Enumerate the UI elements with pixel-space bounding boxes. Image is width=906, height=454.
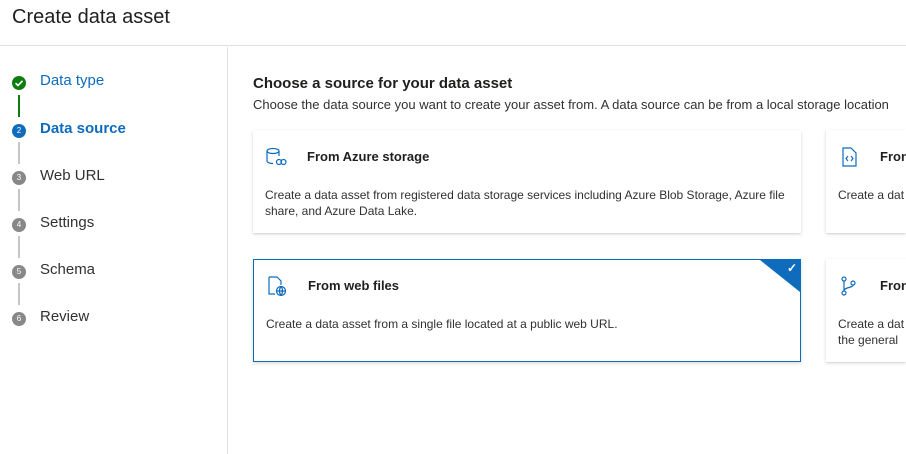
section-heading: Choose a source for your data asset (253, 75, 513, 92)
wizard-steps-sidebar: Data type 2 Data source 3 Web URL 4 Sett… (0, 47, 228, 454)
step-number-badge: 3 (12, 171, 26, 185)
card-title: Fron (880, 278, 906, 293)
step-number-badge: 2 (12, 124, 26, 138)
section-description: Choose the data source you want to creat… (253, 97, 889, 112)
checkmark-icon: ✓ (786, 261, 797, 275)
step-label: Data type (40, 72, 105, 89)
web-file-icon (266, 275, 288, 297)
step-connector (18, 95, 20, 117)
card-description: Create a dat (838, 188, 905, 202)
step-data-type[interactable]: Data type (0, 71, 226, 95)
code-file-icon (838, 146, 860, 168)
card-web-files[interactable]: From web files Create a data asset from … (253, 259, 801, 362)
branch-icon (838, 275, 860, 297)
step-number-badge: 4 (12, 218, 26, 232)
step-data-source[interactable]: 2 Data source (0, 119, 226, 143)
card-branch-source[interactable]: Fron Create a dat the general (826, 259, 906, 362)
step-connector (18, 189, 20, 211)
page-header: Create data asset (0, 0, 906, 46)
step-number-badge: 6 (12, 312, 26, 326)
step-settings[interactable]: 4 Settings (0, 213, 226, 237)
step-web-url[interactable]: 3 Web URL (0, 166, 226, 190)
step-connector (18, 236, 20, 258)
card-azure-storage[interactable]: From Azure storage Create a data asset f… (253, 130, 801, 233)
page-title: Create data asset (12, 6, 170, 28)
card-description: Create a data asset from a single file l… (266, 317, 618, 331)
step-label: Settings (40, 214, 95, 231)
step-connector (18, 283, 20, 305)
step-connector (18, 142, 20, 164)
step-schema[interactable]: 5 Schema (0, 260, 226, 284)
check-circle-icon (12, 76, 26, 90)
card-description: Create a dat the general (838, 317, 905, 347)
storage-icon (265, 146, 287, 168)
card-code-source[interactable]: Fron Create a dat (826, 130, 906, 233)
card-description: Create a data asset from registered data… (265, 188, 785, 218)
card-title: From web files (308, 278, 400, 293)
step-label: Review (40, 308, 90, 325)
step-label: Schema (40, 261, 96, 278)
step-label: Web URL (40, 167, 105, 184)
step-label: Data source (40, 120, 126, 137)
card-title: From Azure storage (307, 149, 430, 164)
step-number-badge: 5 (12, 265, 26, 279)
card-title: Fron (880, 149, 906, 164)
step-review[interactable]: 6 Review (0, 307, 226, 331)
